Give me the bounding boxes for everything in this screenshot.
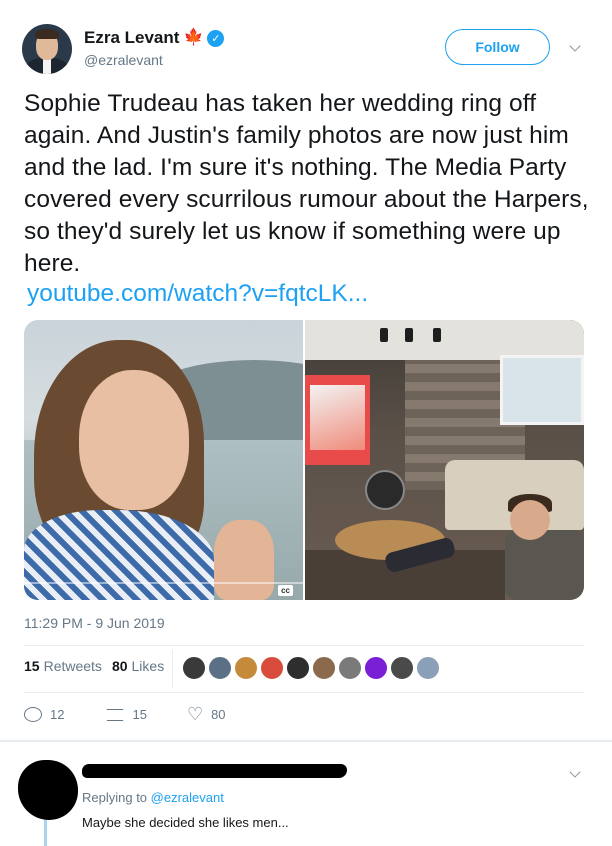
photo-tv-screen [310, 385, 365, 450]
likes-stat-count: 80 [111, 658, 128, 674]
heart-icon: ♡ [186, 704, 204, 724]
reply-icon [24, 706, 42, 722]
liker-avatar[interactable] [390, 656, 414, 680]
liker-avatar[interactable] [364, 656, 388, 680]
liker-avatars [182, 656, 442, 680]
photo-drum [365, 470, 405, 510]
avatar-hair [35, 29, 59, 39]
closed-captions-badge[interactable]: cc [278, 585, 293, 596]
tweet-link[interactable]: youtube.com/watch?v=fqtcLK... [27, 280, 368, 308]
video-progress-track[interactable] [24, 582, 303, 584]
photo-tv [305, 375, 370, 465]
liker-avatar[interactable] [416, 656, 440, 680]
author-handle[interactable]: @ezralevant [84, 52, 163, 68]
media-photo-sophie[interactable]: cc [24, 320, 303, 600]
tweet-timestamp[interactable]: 11:29 PM - 9 Jun 2019 [24, 615, 165, 631]
photo-window [500, 355, 584, 425]
retweet-button[interactable]: 15 [104, 706, 147, 722]
liker-avatar[interactable] [286, 656, 310, 680]
media-photo-basement[interactable] [305, 320, 584, 600]
retweets-stat-count: 15 [24, 658, 40, 674]
liker-avatar[interactable] [312, 656, 336, 680]
liker-avatar[interactable] [182, 656, 206, 680]
liker-avatar[interactable] [338, 656, 362, 680]
divider [24, 645, 584, 646]
replying-to-prefix: Replying to [82, 790, 148, 805]
liker-avatar[interactable] [234, 656, 258, 680]
replying-to-handle[interactable]: @ezralevant [151, 790, 224, 805]
reply-thread-line [44, 820, 47, 846]
liker-avatar[interactable] [260, 656, 284, 680]
likes-stat-label: Likes [131, 658, 165, 674]
verified-badge-icon: ✓ [207, 29, 225, 47]
photo-woman-hand [214, 520, 274, 600]
stats-separator [172, 650, 173, 688]
tweet-text: Sophie Trudeau has taken her wedding rin… [24, 90, 589, 277]
author-name-row[interactable]: Ezra Levant 🍁 ✓ [84, 28, 225, 48]
retweets-stat-label: Retweets [43, 658, 102, 674]
reply-count: 12 [50, 706, 65, 722]
reply-options-chevron-icon[interactable] [569, 768, 581, 780]
retweet-icon [104, 707, 125, 721]
liker-avatar[interactable] [208, 656, 232, 680]
photo-ceiling [305, 320, 584, 360]
tweet-actions: 12 15 ♡ 80 [24, 705, 266, 723]
reply-button[interactable]: 12 [24, 706, 65, 722]
photo-track-light [405, 328, 413, 342]
author-display-name[interactable]: Ezra Levant [84, 28, 179, 48]
retweet-count: 15 [132, 706, 147, 722]
photo-track-light [433, 328, 441, 342]
like-button[interactable]: ♡ 80 [187, 705, 226, 723]
tweet-options-chevron-icon[interactable] [569, 42, 581, 54]
retweets-stat[interactable]: 15 Retweets [24, 658, 102, 674]
follow-button[interactable]: Follow [445, 29, 550, 65]
photo-couch [505, 530, 584, 600]
photo-woman-face [79, 370, 189, 510]
like-count: 80 [211, 706, 226, 722]
engagement-stats: 15 Retweets 80 Likes [24, 658, 174, 674]
avatar-shirt [43, 58, 51, 74]
maple-leaf-icon: 🍁 [183, 29, 204, 46]
likes-stat[interactable]: 80 Likes [112, 658, 164, 674]
photo-track-light [380, 328, 388, 342]
photo-woman-shirt [24, 510, 214, 600]
redacted-avatar [18, 760, 78, 820]
redacted-name [82, 764, 347, 778]
divider [24, 692, 584, 693]
replying-to-line: Replying to @ezralevant [82, 790, 224, 805]
tweet-media[interactable]: cc [24, 320, 584, 600]
author-avatar[interactable] [22, 24, 72, 74]
photo-boy-face [510, 500, 550, 540]
reply-text: Maybe she decided she likes men... [82, 815, 289, 830]
